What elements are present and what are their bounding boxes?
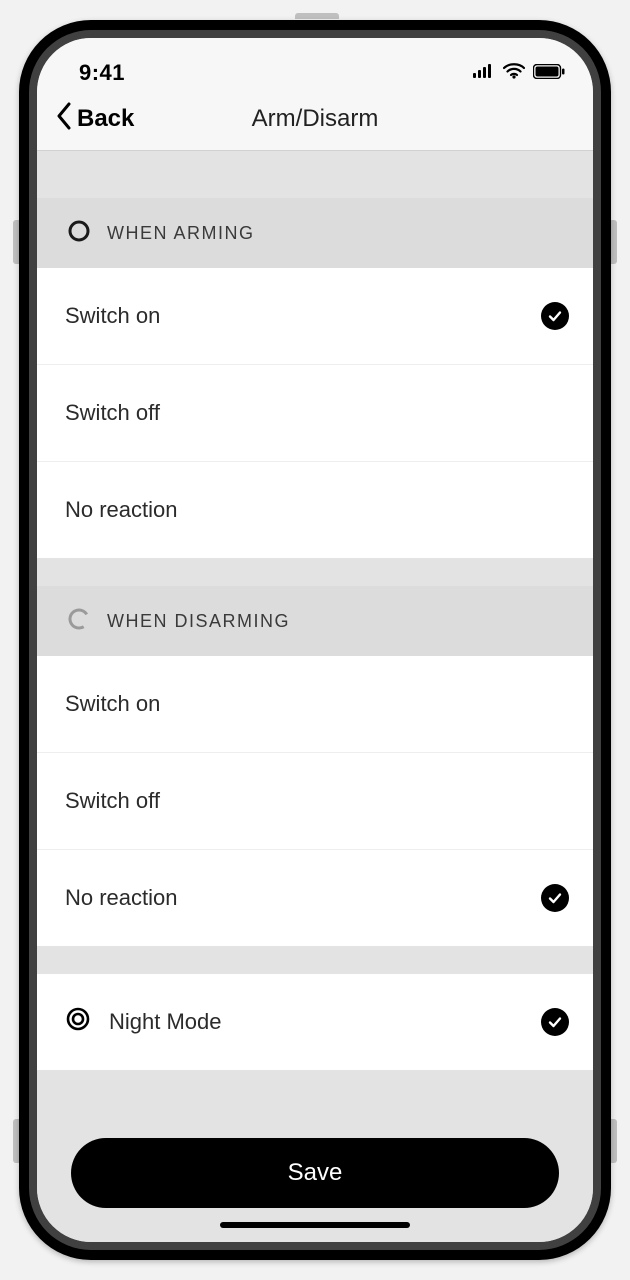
chevron-left-icon (55, 102, 73, 137)
option-label: Switch off (65, 400, 160, 426)
disarming-ring-icon (67, 607, 91, 636)
disarming-option-switch-on[interactable]: Switch on (37, 656, 593, 752)
nav-header: Back Arm/Disarm (37, 88, 593, 150)
option-label: Switch on (65, 691, 160, 717)
check-icon (541, 1008, 569, 1036)
section-header-disarming: WHEN DISARMING (37, 586, 593, 656)
disarming-option-no-reaction[interactable]: No reaction (37, 849, 593, 946)
disarming-option-switch-off[interactable]: Switch off (37, 752, 593, 849)
night-mode-label: Night Mode (109, 1009, 222, 1035)
home-indicator[interactable] (220, 1222, 410, 1228)
section-header-disarming-label: WHEN DISARMING (107, 611, 290, 632)
wifi-icon (503, 63, 525, 84)
option-label: No reaction (65, 497, 178, 523)
content-scroll[interactable]: WHEN ARMING Switch on Switch off No reac… (37, 150, 593, 1120)
option-label: Switch off (65, 788, 160, 814)
section-header-arming: WHEN ARMING (37, 198, 593, 268)
back-button[interactable]: Back (37, 102, 134, 137)
back-label: Back (77, 105, 134, 133)
night-mode-icon (65, 1006, 91, 1038)
option-label: Switch on (65, 303, 160, 329)
status-bar: 9:41 (37, 38, 593, 88)
section-header-arming-label: WHEN ARMING (107, 223, 255, 244)
arming-ring-icon (67, 219, 91, 248)
night-mode-row[interactable]: Night Mode (37, 974, 593, 1070)
arming-option-switch-on[interactable]: Switch on (37, 268, 593, 364)
arming-option-no-reaction[interactable]: No reaction (37, 461, 593, 558)
arming-option-switch-off[interactable]: Switch off (37, 364, 593, 461)
check-icon (541, 884, 569, 912)
battery-icon (533, 64, 565, 84)
phone-frame: 9:41 (19, 20, 611, 1260)
cellular-icon (473, 64, 495, 83)
save-button[interactable]: Save (71, 1138, 559, 1208)
status-time: 9:41 (79, 60, 125, 88)
save-label: Save (288, 1159, 343, 1187)
option-label: No reaction (65, 885, 178, 911)
check-icon (541, 302, 569, 330)
